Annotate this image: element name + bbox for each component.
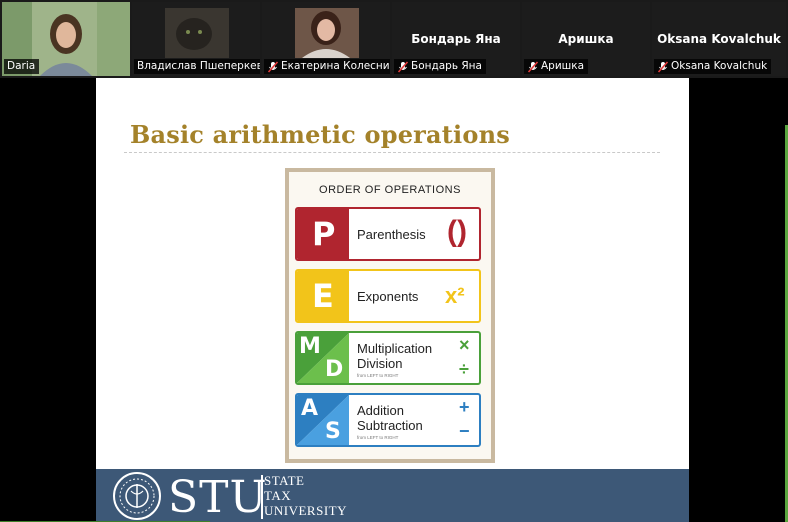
letter-block: P — [297, 209, 349, 259]
shared-screen: Basic arithmetic operations ORDER OF OPE… — [0, 78, 788, 522]
slide-title: Basic arithmetic operations — [130, 120, 510, 149]
plus-icon: + — [459, 397, 470, 417]
pemdas-letter: P — [312, 215, 336, 253]
muted-mic-icon — [657, 60, 669, 73]
parenthesis-symbol: () — [447, 215, 467, 248]
participant-name: Бондарь Яна — [411, 60, 482, 72]
participant-display-name: Аришка — [558, 32, 614, 46]
divide-icon: ÷ — [459, 359, 469, 379]
participant-name: Екатерина Колесник — [281, 60, 390, 72]
participant-nameplate: Аришка — [524, 59, 589, 74]
participant-nameplate: Бондарь Яна — [394, 59, 486, 74]
pemdas-letter: S — [325, 419, 341, 444]
pemdas-sublabel: from LEFT to RIGHT — [357, 373, 399, 378]
participant-tile-oksana[interactable]: Oksana Kovalchuk Oksana Kovalchuk — [652, 2, 786, 76]
pemdas-letter: D — [325, 357, 344, 382]
university-name: STATE TAX UNIVERSITY — [264, 473, 347, 518]
pemdas-label: Parenthesis — [357, 227, 426, 242]
logo-divider — [261, 475, 263, 519]
participant-tile-daria[interactable]: Daria — [2, 2, 130, 76]
participant-nameplate: Владислав Пшеперкеви... — [134, 59, 260, 74]
pemdas-row-addition-subtraction: A S Addition Subtraction from LEFT to RI… — [295, 393, 481, 447]
university-emblem-icon — [113, 472, 161, 520]
pemdas-letter: M — [299, 334, 321, 359]
order-of-operations-poster: ORDER OF OPERATIONS P Parenthesis () E E… — [285, 168, 495, 463]
slide-divider — [124, 152, 660, 153]
participant-display-name: Oksana Kovalchuk — [657, 32, 781, 46]
participant-nameplate: Daria — [4, 59, 40, 74]
pemdas-row-exponents: E Exponents x² — [295, 269, 481, 323]
poster-heading: ORDER OF OPERATIONS — [319, 184, 461, 196]
pemdas-label: Exponents — [357, 289, 419, 304]
university-name-line: UNIVERSITY — [264, 503, 347, 518]
multiply-icon: × — [459, 335, 470, 355]
participant-name: Daria — [7, 60, 36, 72]
participant-tile-vladislav[interactable]: Владислав Пшеперкеви... — [132, 2, 260, 76]
participant-display-name: Бондарь Яна — [411, 32, 501, 46]
participant-strip: Daria Владислав Пшеперкеви... — [0, 0, 788, 78]
pemdas-label: Addition Subtraction — [357, 403, 423, 433]
participant-nameplate: Екатерина Колесник — [264, 59, 390, 74]
participant-tile-arishka[interactable]: Аришка Аришка — [522, 2, 650, 76]
participant-name: Oksana Kovalchuk — [671, 60, 768, 72]
pemdas-letter: E — [312, 277, 334, 315]
participant-name: Владислав Пшеперкеви... — [137, 60, 260, 72]
university-logo-text: STU — [168, 472, 268, 522]
pemdas-row-multiplication-division: M D Multiplication Division from LEFT to… — [295, 331, 481, 385]
muted-mic-icon — [267, 60, 279, 73]
participant-name: Аришка — [541, 60, 585, 72]
letter-block: E — [297, 271, 349, 321]
slide-footer: STU STATE TAX UNIVERSITY — [96, 469, 689, 522]
university-name-line: STATE — [264, 473, 305, 488]
pemdas-label: Multiplication Division — [357, 341, 433, 371]
presentation-slide: Basic arithmetic operations ORDER OF OPE… — [96, 78, 689, 522]
pemdas-letter: A — [301, 396, 319, 421]
participant-nameplate: Oksana Kovalchuk — [654, 59, 772, 74]
exponent-symbol: x² — [445, 283, 465, 308]
minus-icon: − — [459, 421, 470, 441]
university-name-line: TAX — [264, 488, 292, 503]
muted-mic-icon — [527, 60, 539, 73]
participant-tile-bondar[interactable]: Бондарь Яна Бондарь Яна — [392, 2, 520, 76]
participant-tile-ekaterina[interactable]: Екатерина Колесник — [262, 2, 390, 76]
pemdas-sublabel: from LEFT to RIGHT — [357, 435, 399, 440]
pemdas-row-parenthesis: P Parenthesis () — [295, 207, 481, 261]
muted-mic-icon — [397, 60, 409, 73]
